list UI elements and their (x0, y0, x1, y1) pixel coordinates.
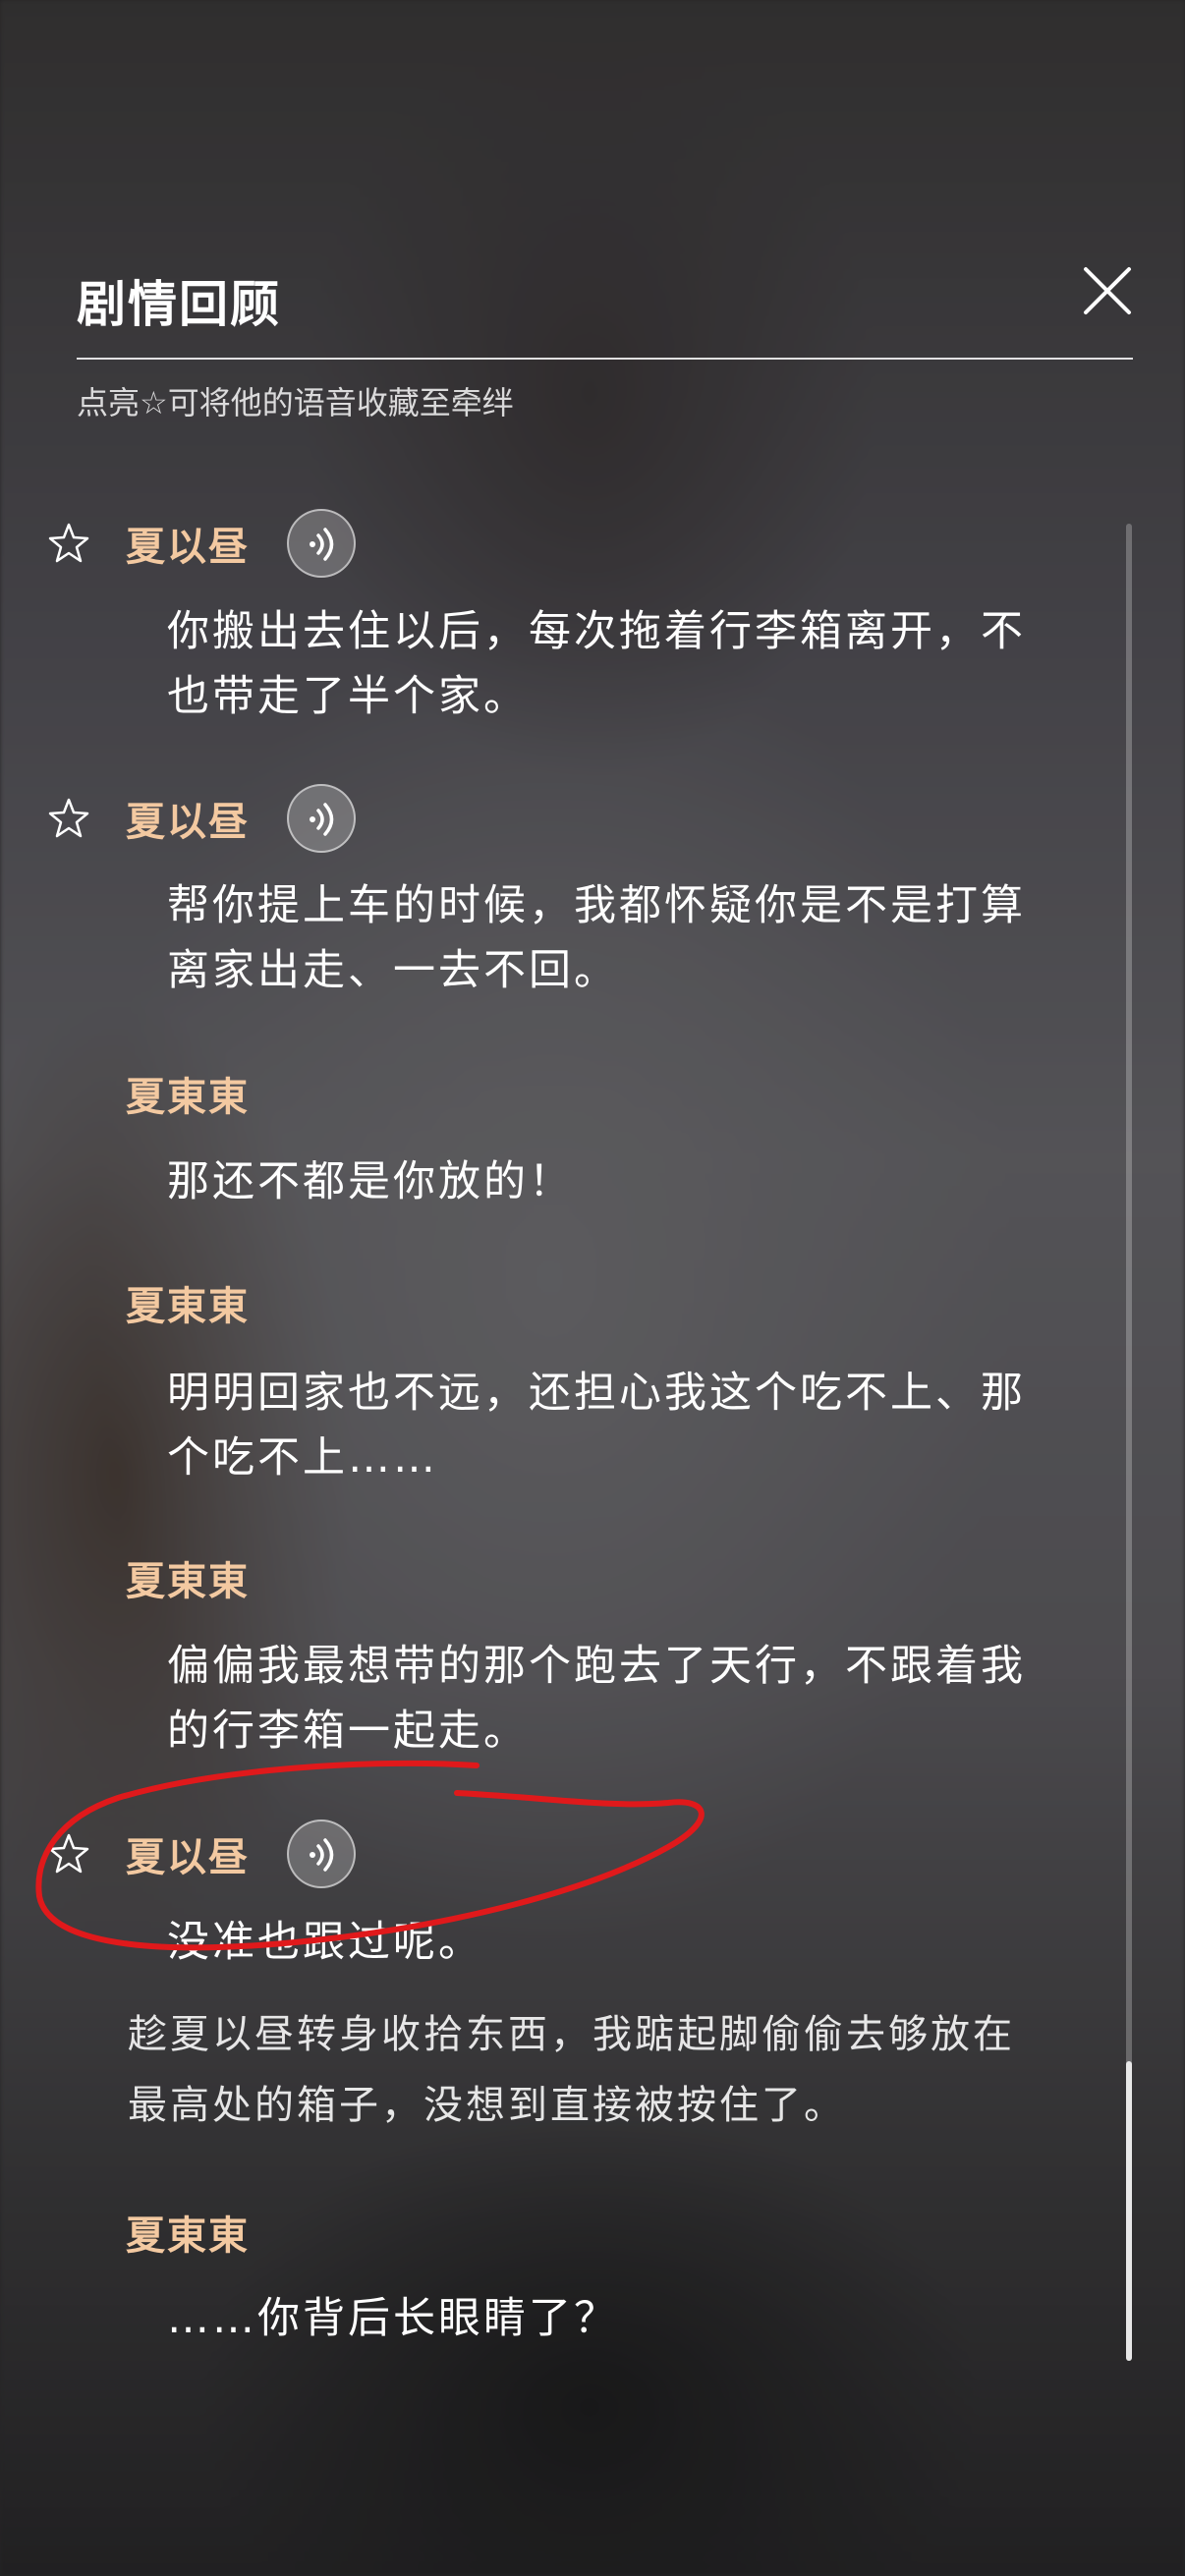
header-divider (77, 358, 1133, 360)
scrollbar-thumb[interactable] (1126, 2061, 1132, 2361)
dialog-line: 没准也跟过呢。 (167, 1918, 483, 1967)
page-title: 剧情回顾 (77, 275, 281, 333)
dialog-line: 那还不都是你放的！ (167, 1157, 574, 1206)
speaker-name: 夏以昼 (126, 799, 250, 845)
speaker-name: 夏東東 (126, 1074, 250, 1120)
star-outline-icon[interactable] (47, 797, 90, 840)
speaker-name: 夏東東 (126, 1283, 250, 1329)
dialog-line: 偏偏我最想带的那个跑去了天行，不跟着我的行李箱一起走。 (167, 1642, 1026, 1756)
speaker-name: 夏東東 (126, 1558, 250, 1604)
speaker-name: 夏以昼 (126, 1834, 250, 1880)
dialog-line: 你搬出去住以后，每次拖着行李箱离开，不也带走了半个家。 (167, 607, 1026, 721)
speaker-name: 夏以昼 (126, 524, 250, 570)
voice-play-icon[interactable] (287, 509, 356, 578)
narration-text: 趁夏以昼转身收拾东西，我踮起脚偷偷去够放在最高处的箱子，没想到直接被按住了。 (128, 2012, 1015, 2128)
dialog-line: ……你背后长眼睛了？ (167, 2294, 619, 2343)
star-outline-icon[interactable] (47, 522, 90, 565)
favorite-hint: 点亮☆可将他的语音收藏至牵绊 (77, 384, 514, 421)
speaker-name: 夏東東 (126, 2212, 250, 2259)
voice-play-icon[interactable] (287, 784, 356, 853)
dialog-line: 明明回家也不远，还担心我这个吃不上、那个吃不上…… (167, 1369, 1026, 1483)
close-icon[interactable] (1076, 259, 1139, 322)
voice-play-icon[interactable] (287, 1820, 356, 1888)
star-outline-icon[interactable] (47, 1832, 90, 1876)
dialog-line: 帮你提上车的时候，我都怀疑你是不是打算离家出走、一去不回。 (167, 881, 1026, 995)
